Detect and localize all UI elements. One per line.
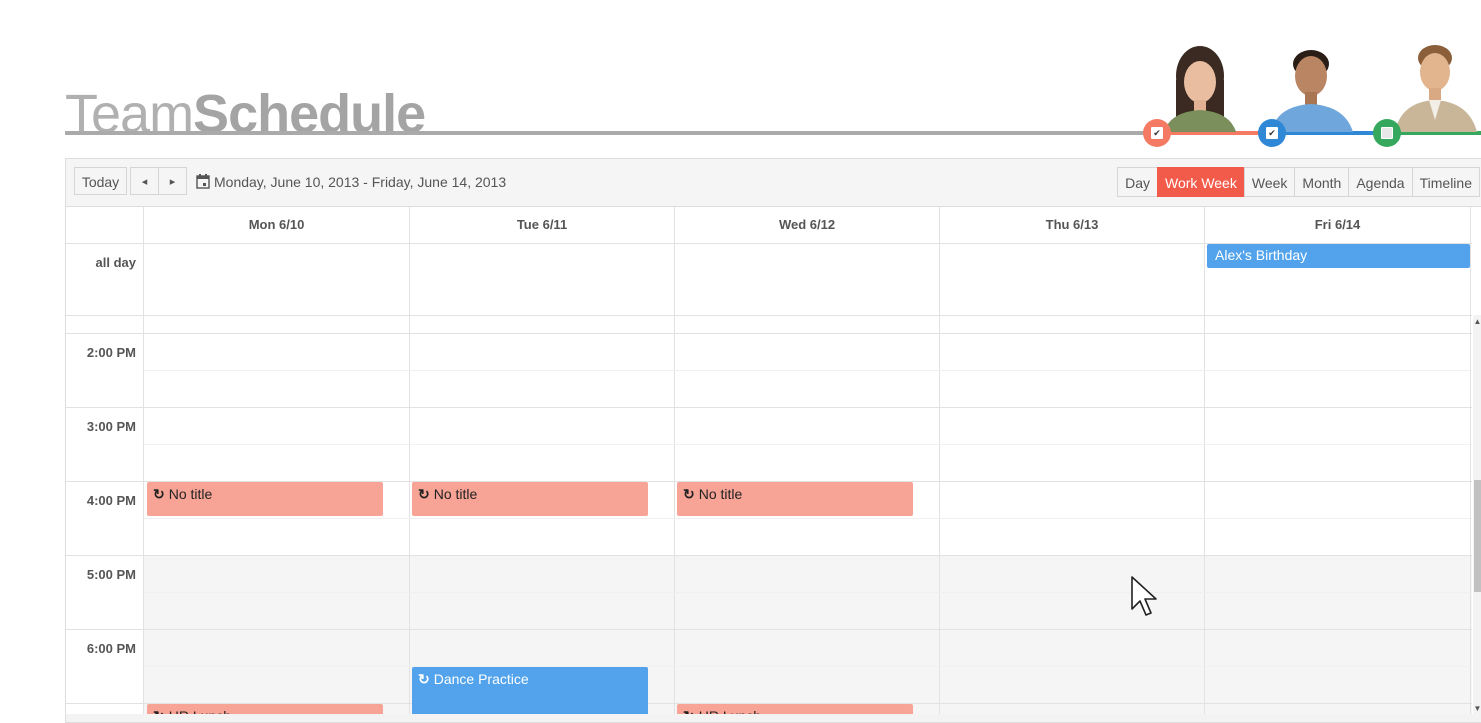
event-no-title-mon[interactable]: ↻ No title (147, 482, 383, 516)
view-timeline-button[interactable]: Timeline (1411, 167, 1480, 197)
time-label: 3:00 PM (86, 419, 136, 434)
app-title: TeamSchedule (65, 84, 426, 144)
event-title: No title (433, 486, 478, 502)
recurring-icon: ↻ (153, 486, 165, 502)
date-range-text: Monday, June 10, 2013 - Friday, June 14,… (214, 174, 507, 190)
time-label: 5:00 PM (86, 567, 136, 582)
mouse-cursor-icon (1131, 576, 1157, 616)
day-header-wed[interactable]: Wed 6/12 (675, 217, 939, 232)
grid-line (144, 666, 1472, 667)
grid-line (409, 207, 410, 722)
day-header-mon[interactable]: Mon 6/10 (144, 217, 409, 232)
view-work-week-button[interactable]: Work Week (1157, 167, 1245, 197)
grid-line (66, 555, 1472, 556)
grid-line (66, 629, 1472, 630)
grid-line (144, 370, 1472, 371)
recurring-icon: ↻ (418, 486, 430, 502)
off-hours-region (144, 555, 1472, 715)
event-no-title-wed[interactable]: ↻ No title (677, 482, 913, 516)
view-week-button[interactable]: Week (1243, 167, 1296, 197)
event-no-title-tue[interactable]: ↻ No title (412, 482, 648, 516)
checkbox-icon[interactable]: ✔ (1151, 127, 1163, 139)
event-title: Dance Practice (433, 671, 529, 687)
avatar[interactable] (1150, 40, 1250, 132)
title-light: Team (65, 84, 194, 144)
avatar[interactable] (1263, 40, 1363, 132)
date-range-picker[interactable]: Monday, June 10, 2013 - Friday, June 14,… (196, 167, 506, 197)
title-bold: Schedule (193, 84, 426, 144)
recurring-icon: ↻ (418, 671, 430, 687)
grid-line (144, 592, 1472, 593)
view-month-button[interactable]: Month (1294, 167, 1350, 197)
time-label: 4:00 PM (86, 493, 136, 508)
calendar-icon (196, 174, 210, 189)
view-day-button[interactable]: Day (1117, 167, 1159, 197)
day-header-tue[interactable]: Tue 6/11 (410, 217, 674, 232)
today-button[interactable]: Today (74, 167, 127, 195)
toggle-woman[interactable]: ✔ (1143, 119, 1171, 147)
toolbar: Today ◂ ▸ Monday, June 10, 2013 - Friday… (66, 159, 1481, 207)
toggle-man-blue-shirt[interactable]: ✔ (1258, 119, 1286, 147)
grid-line (939, 207, 940, 722)
grid-line (66, 315, 1472, 316)
next-arrow-icon[interactable]: ▸ (158, 167, 187, 195)
view-switcher: Day Work Week Week Month Agenda Timeline (1117, 167, 1480, 197)
scheduler: Today ◂ ▸ Monday, June 10, 2013 - Friday… (65, 158, 1481, 723)
day-header-fri[interactable]: Fri 6/14 (1205, 217, 1470, 232)
grid-line (144, 518, 1472, 519)
recurring-icon: ↻ (683, 486, 695, 502)
day-header-thu[interactable]: Thu 6/13 (940, 217, 1204, 232)
vertical-scrollbar[interactable]: ▲ ▼ (1473, 315, 1481, 714)
toggle-man-suit[interactable] (1373, 119, 1401, 147)
grid-line (1204, 207, 1205, 722)
event-title: Alex's Birthday (1215, 247, 1308, 263)
prev-arrow-icon[interactable]: ◂ (130, 167, 159, 195)
scroll-thumb[interactable] (1474, 480, 1481, 592)
calendar-grid: Mon 6/10 Tue 6/11 Wed 6/12 Thu 6/13 Fri … (66, 207, 1481, 722)
scroll-up-icon[interactable]: ▲ (1473, 317, 1481, 327)
time-label: 2:00 PM (86, 345, 136, 360)
view-agenda-button[interactable]: Agenda (1348, 167, 1413, 197)
time-label: 6:00 PM (86, 641, 136, 656)
scroll-down-icon[interactable]: ▼ (1473, 704, 1481, 714)
grid-line (674, 207, 675, 722)
checkbox-icon[interactable]: ✔ (1266, 127, 1278, 139)
all-day-event[interactable]: Alex's Birthday (1207, 244, 1470, 268)
event-title: No title (698, 486, 743, 502)
avatar[interactable] (1385, 40, 1481, 132)
grid-line (66, 407, 1472, 408)
checkbox-icon[interactable] (1381, 127, 1393, 139)
title-underline (65, 131, 1155, 135)
grid-line (1470, 207, 1471, 722)
grid-line (143, 207, 144, 722)
grid-line (144, 444, 1472, 445)
all-day-label: all day (95, 255, 136, 270)
grid-line (66, 333, 1472, 334)
event-title: No title (168, 486, 213, 502)
